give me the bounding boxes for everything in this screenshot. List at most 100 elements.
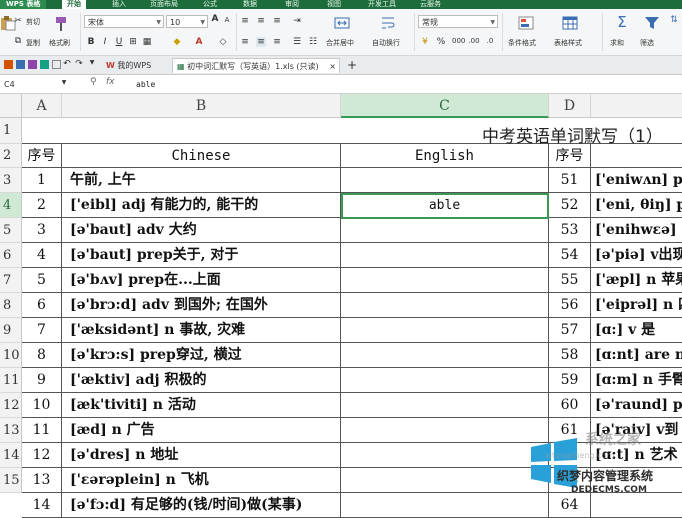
seq-cell-2[interactable]: 63 — [549, 468, 591, 493]
english-cell[interactable] — [341, 168, 549, 193]
app-menu-button[interactable]: WPS 表格 — [0, 0, 47, 9]
chinese-cell[interactable]: [ə'brɔ:d] adv 到国外; 在国外 — [62, 293, 341, 318]
sheet-title-cell[interactable]: 中考英语单词默写（1） — [22, 118, 682, 147]
seq-cell-2[interactable]: 59 — [549, 368, 591, 393]
column-header-c[interactable]: C — [341, 94, 549, 118]
chinese-cell[interactable]: ['eibl] adj 有能力的, 能干的 — [62, 193, 341, 218]
table-style-icon[interactable] — [562, 15, 578, 31]
row-header[interactable]: 7 — [0, 268, 22, 293]
percent-icon[interactable]: % — [436, 37, 446, 47]
font-color-icon[interactable]: A — [194, 37, 204, 47]
italic-icon[interactable]: I — [100, 37, 110, 47]
merge-center-button[interactable]: 合并居中 — [326, 38, 354, 48]
fill-color-icon[interactable]: ◆ — [172, 37, 182, 47]
bold-icon[interactable]: B — [86, 37, 96, 47]
tab-cloud[interactable]: 云服务 — [420, 0, 441, 9]
tab-data[interactable]: 数据 — [243, 0, 257, 9]
english-cell[interactable] — [341, 268, 549, 293]
indent-icon[interactable]: ⇥ — [292, 16, 302, 26]
chinese-cell-2[interactable]: ['eni, θiŋ] p — [591, 193, 682, 218]
seq-cell[interactable]: 7 — [22, 318, 62, 343]
justify-icon[interactable]: ☰ — [292, 37, 302, 47]
grow-font-icon[interactable]: A — [210, 14, 220, 24]
chevron-down-icon[interactable]: ▼ — [60, 79, 68, 86]
seq-cell[interactable]: 4 — [22, 243, 62, 268]
seq-cell[interactable]: 9 — [22, 368, 62, 393]
english-cell[interactable] — [341, 443, 549, 468]
align-center-icon[interactable]: ≡ — [256, 37, 266, 47]
chinese-cell-2[interactable]: ['eiprəl] n 四 — [591, 293, 682, 318]
chinese-cell-2[interactable]: ['æpl] n 苹果 — [591, 268, 682, 293]
seq-cell-2[interactable]: 54 — [549, 243, 591, 268]
tab-developer[interactable]: 开发工具 — [368, 0, 396, 9]
chinese-cell[interactable]: [ə'baut] adv 大约 — [62, 218, 341, 243]
chinese-cell[interactable]: [æk'tiviti] n 活动 — [62, 393, 341, 418]
new-tab-icon[interactable]: + — [346, 58, 358, 72]
fill-split-icon[interactable]: ▦ — [142, 37, 152, 47]
align-top-icon[interactable]: ≡ — [240, 16, 250, 26]
english-cell[interactable] — [341, 243, 549, 268]
chinese-cell[interactable]: ['æksidənt] n 事故, 灾难 — [62, 318, 341, 343]
row-header[interactable]: 13 — [0, 418, 22, 443]
chevron-down-icon[interactable]: ▼ — [88, 59, 96, 66]
preview-icon[interactable] — [52, 60, 61, 69]
column-header-b[interactable]: B — [62, 94, 341, 118]
table-style-button[interactable]: 表格样式 — [554, 38, 582, 48]
row-header[interactable]: 2 — [0, 144, 22, 168]
row-header[interactable]: 1 — [0, 118, 22, 144]
wrap-text-button[interactable]: 自动换行 — [372, 38, 400, 48]
seq-cell[interactable]: 2 — [22, 193, 62, 218]
row-header[interactable]: 5 — [0, 218, 22, 243]
row-header[interactable]: 15 — [0, 468, 22, 493]
tab-document[interactable]: ▦ 初中词汇默写（写英语）1.xls (只读) × — [172, 58, 340, 73]
english-cell[interactable] — [341, 418, 549, 443]
sum-icon[interactable]: Σ — [614, 13, 630, 31]
header-blank[interactable] — [591, 144, 682, 168]
merge-center-icon[interactable] — [334, 15, 350, 31]
select-all-corner[interactable] — [0, 94, 22, 118]
tab-page-layout[interactable]: 页面布局 — [150, 0, 178, 9]
english-cell[interactable] — [341, 368, 549, 393]
row-header[interactable]: 4 — [0, 193, 22, 218]
english-cell[interactable] — [341, 293, 549, 318]
row-header[interactable]: 3 — [0, 168, 22, 193]
chinese-cell-2[interactable]: [ə'raund] pr — [591, 393, 682, 418]
seq-cell[interactable]: 1 — [22, 168, 62, 193]
seq-cell[interactable]: 3 — [22, 218, 62, 243]
seq-cell-2[interactable]: 62 — [549, 443, 591, 468]
cut-button[interactable]: 剪切 — [26, 17, 40, 27]
chinese-cell[interactable]: [ə'bʌv] prep在...上面 — [62, 268, 341, 293]
cut-icon[interactable]: ✂ — [12, 16, 24, 26]
chinese-cell[interactable]: [ə'krɔ:s] prep穿过, 横过 — [62, 343, 341, 368]
english-cell[interactable] — [341, 393, 549, 418]
tab-formulas[interactable]: 公式 — [203, 0, 217, 9]
chinese-cell-2[interactable]: ['eniwʌn] p — [591, 168, 682, 193]
tab-my-wps[interactable]: W 我的WPS — [102, 58, 170, 73]
zoom-icon[interactable]: ⚲ — [90, 77, 97, 87]
chinese-cell-2[interactable]: [ə'piə] v出现 — [591, 243, 682, 268]
conditional-format-button[interactable]: 条件格式 — [508, 38, 536, 48]
column-header-a[interactable]: A — [22, 94, 62, 118]
format-painter-icon[interactable] — [53, 16, 69, 32]
font-name-select[interactable]: 宋体 ▼ — [84, 15, 164, 28]
chinese-cell-2[interactable] — [591, 468, 682, 493]
border-icon[interactable]: ⊞ — [128, 37, 138, 47]
chinese-cell-2[interactable]: [ɑ:] v 是 — [591, 318, 682, 343]
format-painter-button[interactable]: 格式刷 — [49, 38, 70, 48]
save-icon[interactable] — [28, 60, 37, 69]
chinese-cell[interactable]: ['æktiv] adj 积极的 — [62, 368, 341, 393]
chinese-cell-2[interactable]: [ɑ:t] n 艺术 — [591, 443, 682, 468]
seq-cell-2[interactable]: 56 — [549, 293, 591, 318]
header-chinese[interactable]: Chinese — [62, 144, 341, 168]
row-header[interactable]: 8 — [0, 293, 22, 318]
seq-cell[interactable]: 12 — [22, 443, 62, 468]
row-header[interactable]: 14 — [0, 443, 22, 468]
seq-cell-2[interactable]: 57 — [549, 318, 591, 343]
tab-view[interactable]: 视图 — [327, 0, 341, 9]
tab-insert[interactable]: 插入 — [112, 0, 126, 9]
tab-home[interactable]: 开始 — [62, 0, 86, 9]
row-header[interactable]: 10 — [0, 343, 22, 368]
chinese-cell-2[interactable]: [ɑ:nt] are n — [591, 343, 682, 368]
header-seq[interactable]: 序号 — [22, 144, 62, 168]
chinese-cell[interactable]: [ə'dres] n 地址 — [62, 443, 341, 468]
